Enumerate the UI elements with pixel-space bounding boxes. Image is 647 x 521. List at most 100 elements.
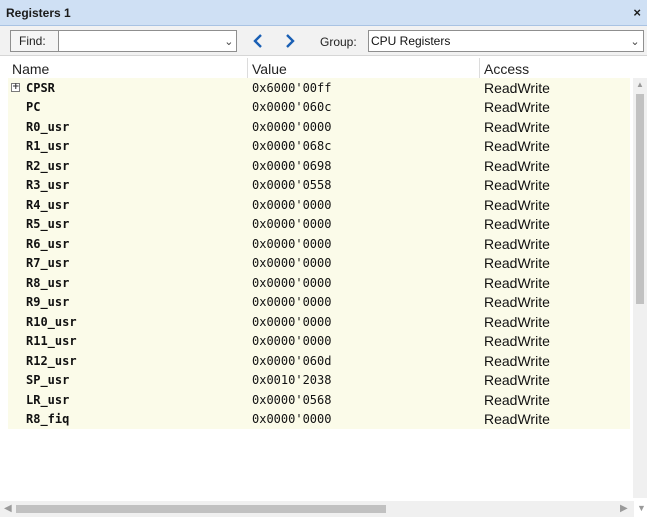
register-access: ReadWrite <box>484 235 550 252</box>
register-name: R2_usr <box>26 158 70 173</box>
window-titlebar: Registers 1 × <box>0 0 647 26</box>
table-row[interactable]: R0_usr 0x0000'0000 ReadWrite <box>8 117 630 137</box>
close-icon[interactable]: × <box>633 5 641 20</box>
register-value: 0x0000'0000 <box>252 217 332 232</box>
table-row[interactable]: + CPSR 0x6000'00ff ReadWrite <box>8 78 630 98</box>
register-access: ReadWrite <box>484 99 550 116</box>
register-value: 0x0000'0558 <box>252 178 332 193</box>
register-access: ReadWrite <box>484 333 550 350</box>
register-name: R8_usr <box>26 275 70 290</box>
find-label: Find: <box>11 31 59 51</box>
registers-table: + CPSR 0x6000'00ff ReadWrite PC 0x0000'0… <box>8 78 630 498</box>
group-value: CPU Registers <box>371 34 451 48</box>
scroll-left-icon[interactable]: ◀ <box>4 503 12 514</box>
register-name: R10_usr <box>26 314 77 329</box>
register-access: ReadWrite <box>484 313 550 330</box>
scroll-up-icon[interactable]: ▲ <box>636 80 644 89</box>
column-header-access[interactable]: Access <box>480 58 630 80</box>
table-row[interactable]: PC 0x0000'060c ReadWrite <box>8 97 630 117</box>
register-value: 0x0000'0000 <box>252 334 332 349</box>
next-button[interactable] <box>280 31 300 51</box>
register-name: SP_usr <box>26 373 70 388</box>
register-access: ReadWrite <box>484 411 550 428</box>
column-header-name[interactable]: Name <box>8 58 248 80</box>
register-value: 0x0000'0000 <box>252 256 332 271</box>
register-value: 0x0000'060d <box>252 353 332 368</box>
register-value: 0x6000'00ff <box>252 80 332 95</box>
column-header-value[interactable]: Value <box>248 58 480 80</box>
horizontal-scroll-thumb[interactable] <box>16 505 386 513</box>
table-row[interactable]: R7_usr 0x0000'0000 ReadWrite <box>8 253 630 273</box>
register-value: 0x0000'0000 <box>252 119 332 134</box>
register-access: ReadWrite <box>484 138 550 155</box>
register-name: R5_usr <box>26 217 70 232</box>
table-row[interactable]: R10_usr 0x0000'0000 ReadWrite <box>8 312 630 332</box>
register-access: ReadWrite <box>484 177 550 194</box>
table-row[interactable]: R6_usr 0x0000'0000 ReadWrite <box>8 234 630 254</box>
scroll-down-icon[interactable]: ▼ <box>637 503 646 513</box>
previous-button[interactable] <box>248 31 268 51</box>
table-row[interactable]: R12_usr 0x0000'060d ReadWrite <box>8 351 630 371</box>
chevron-down-icon[interactable]: ⌄ <box>627 35 643 48</box>
table-row[interactable]: R9_usr 0x0000'0000 ReadWrite <box>8 292 630 312</box>
find-input[interactable] <box>58 31 222 51</box>
register-access: ReadWrite <box>484 157 550 174</box>
find-combobox[interactable]: Find: ⌄ <box>10 30 237 52</box>
vertical-scrollbar[interactable]: ▲ <box>633 78 647 498</box>
register-name: R0_usr <box>26 119 70 134</box>
plus-box-icon[interactable]: + <box>11 83 20 92</box>
register-value: 0x0000'0000 <box>252 314 332 329</box>
register-name: R9_usr <box>26 295 70 310</box>
register-name: R3_usr <box>26 178 70 193</box>
chevron-right-icon <box>286 34 295 48</box>
register-value: 0x0000'068c <box>252 139 332 154</box>
toolbar: Find: ⌄ Group: CPU Registers ⌄ <box>0 26 647 56</box>
register-value: 0x0000'0698 <box>252 158 332 173</box>
register-name: R12_usr <box>26 353 77 368</box>
register-name: PC <box>26 100 41 115</box>
window-title: Registers 1 <box>6 5 71 20</box>
table-row[interactable]: R4_usr 0x0000'0000 ReadWrite <box>8 195 630 215</box>
register-value: 0x0010'2038 <box>252 373 332 388</box>
table-row[interactable]: R11_usr 0x0000'0000 ReadWrite <box>8 331 630 351</box>
register-access: ReadWrite <box>484 196 550 213</box>
column-header: Name Value Access <box>8 58 630 80</box>
table-row[interactable]: R8_fiq 0x0000'0000 ReadWrite <box>8 409 630 429</box>
register-value: 0x0000'0000 <box>252 412 332 427</box>
scroll-right-icon[interactable]: ▶ <box>620 503 628 514</box>
chevron-left-icon <box>253 34 262 48</box>
register-name: R8_fiq <box>26 412 70 427</box>
table-row[interactable]: R3_usr 0x0000'0558 ReadWrite <box>8 175 630 195</box>
register-access: ReadWrite <box>484 352 550 369</box>
vertical-scroll-thumb[interactable] <box>636 94 644 304</box>
table-row[interactable]: SP_usr 0x0010'2038 ReadWrite <box>8 370 630 390</box>
register-value: 0x0000'0568 <box>252 392 332 407</box>
register-access: ReadWrite <box>484 391 550 408</box>
register-value: 0x0000'0000 <box>252 275 332 290</box>
register-access: ReadWrite <box>484 118 550 135</box>
register-access: ReadWrite <box>484 372 550 389</box>
register-value: 0x0000'0000 <box>252 236 332 251</box>
table-row[interactable]: R8_usr 0x0000'0000 ReadWrite <box>8 273 630 293</box>
register-value: 0x0000'0000 <box>252 197 332 212</box>
register-name: LR_usr <box>26 392 70 407</box>
register-name: CPSR <box>26 80 55 95</box>
table-row[interactable]: R2_usr 0x0000'0698 ReadWrite <box>8 156 630 176</box>
group-select[interactable]: CPU Registers ⌄ <box>368 30 644 52</box>
register-value: 0x0000'060c <box>252 100 332 115</box>
group-label: Group: <box>320 35 357 49</box>
table-row[interactable]: LR_usr 0x0000'0568 ReadWrite <box>8 390 630 410</box>
register-name: R7_usr <box>26 256 70 271</box>
horizontal-scrollbar[interactable]: ◀ ▶ <box>0 501 634 517</box>
register-name: R1_usr <box>26 139 70 154</box>
table-row[interactable]: R5_usr 0x0000'0000 ReadWrite <box>8 214 630 234</box>
register-access: ReadWrite <box>484 255 550 272</box>
table-row[interactable]: R1_usr 0x0000'068c ReadWrite <box>8 136 630 156</box>
register-access: ReadWrite <box>484 274 550 291</box>
register-access: ReadWrite <box>484 79 550 96</box>
register-name: R4_usr <box>26 197 70 212</box>
chevron-down-icon[interactable]: ⌄ <box>222 35 236 48</box>
register-access: ReadWrite <box>484 216 550 233</box>
register-access: ReadWrite <box>484 294 550 311</box>
register-name: R11_usr <box>26 334 77 349</box>
